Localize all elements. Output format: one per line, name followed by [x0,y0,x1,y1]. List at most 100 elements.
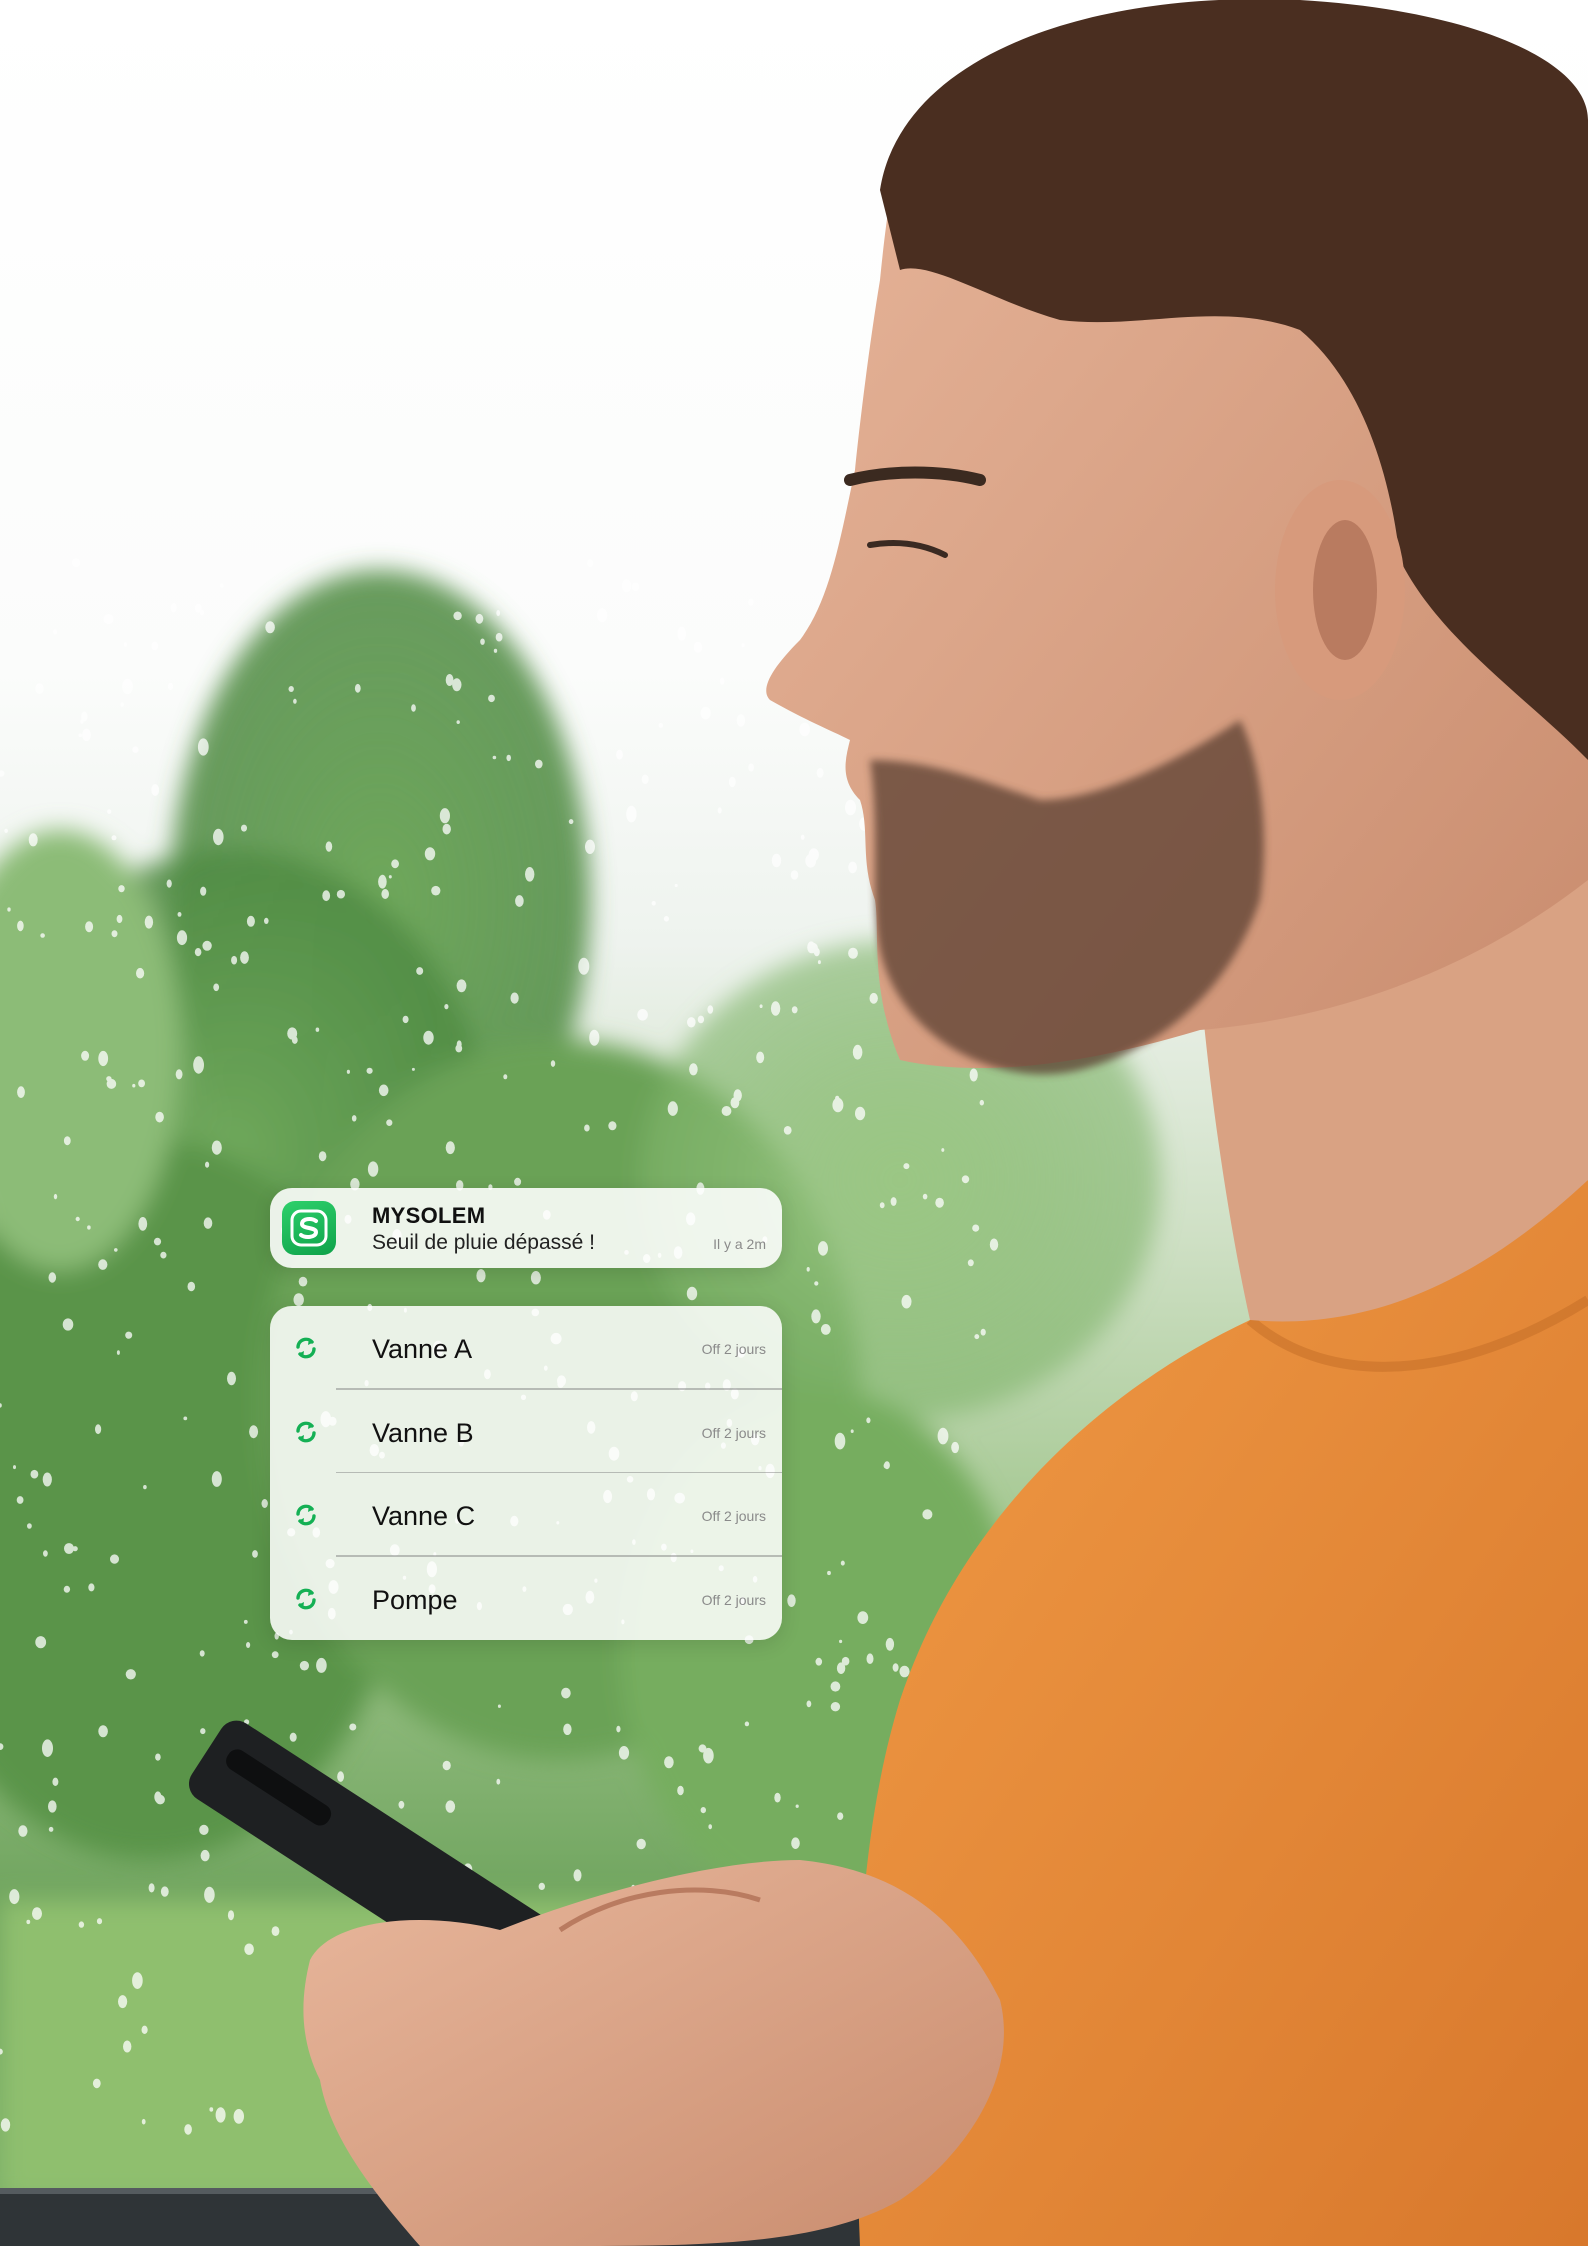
raindrop [820,1324,831,1335]
device-row-vanne-b[interactable]: Vanne B Off 2 jours [270,1390,782,1473]
raindrop [663,916,670,922]
raindrop [252,1550,258,1558]
raindrop [658,723,663,728]
raindrop [199,1824,209,1835]
raindrop [530,1271,541,1285]
raindrop [199,609,204,616]
raindrop [349,1723,357,1731]
notification-banner[interactable]: MYSOLEM Seuil de pluie dépassé ! Il y a … [270,1188,782,1268]
notification-app-name: MYSOLEM [372,1203,486,1228]
raindrop [381,889,390,899]
raindrop [249,1425,259,1439]
raindrop [637,1009,648,1021]
raindrop [16,1496,24,1504]
raindrop [40,933,45,938]
notification-time: Il y a 2m [713,1236,766,1252]
raindrop [935,1197,944,1208]
raindrop [857,1611,869,1624]
raindrop [503,1074,508,1080]
raindrop [621,579,632,593]
mysolem-app-icon[interactable] [282,1201,336,1255]
raindrop [830,1681,841,1692]
raindrop [64,1543,74,1554]
raindrop [697,1015,705,1024]
raindrop [53,1193,58,1200]
raindrop [199,1650,205,1657]
raindrop [155,1794,165,1805]
raindrop [805,854,817,868]
raindrop [346,1069,350,1074]
device-status: Off 2 jours [701,1591,766,1608]
raindrop [510,992,519,1004]
raindrop [733,1089,742,1102]
device-name: Pompe [372,1584,458,1615]
raindrop [18,1825,28,1837]
raindrop [213,983,220,992]
raindrop [243,1619,248,1624]
raindrop [233,2109,244,2124]
raindrop [736,714,746,727]
raindrop [209,2107,214,2112]
raindrop [337,1771,344,1782]
sync-icon [296,1337,316,1359]
raindrop [96,1918,103,1925]
raindrop [832,1097,844,1113]
raindrop [563,1723,572,1736]
raindrop [444,1004,449,1010]
raindrop [456,720,460,724]
raindrop [155,1111,164,1123]
device-row-vanne-a[interactable]: Vanne A Off 2 jours [270,1306,782,1390]
device-row-vanne-c[interactable]: Vanne C Off 2 jours [270,1473,782,1557]
raindrop [81,711,88,722]
raindrop [744,1721,750,1727]
raindrop [92,2078,101,2089]
raindrop [667,1101,678,1116]
raindrop [48,1800,57,1813]
raindrop [75,1216,80,1222]
raindrop [806,1267,810,1272]
raindrop [475,613,484,624]
raindrop [0,2118,11,2132]
raindrop [17,920,24,932]
raindrop [132,746,139,753]
raindrop [203,1217,213,1229]
raindrop [791,1006,798,1014]
raindrop [573,1869,582,1882]
raindrop [17,1086,25,1098]
raindrop [354,683,361,693]
raindrop [922,1509,933,1520]
raindrop [827,1570,831,1576]
raindrop [88,1583,95,1592]
raindrop [287,1027,298,1040]
raindrop [899,1665,910,1678]
raindrop [30,1469,39,1479]
raindrop [496,1778,501,1785]
raindrop [442,823,451,835]
s-logo-icon [290,1209,328,1247]
raindrop [289,1732,297,1742]
raindrop [322,890,331,902]
raindrop [903,1163,910,1170]
raindrop [708,1824,712,1830]
raindrop [293,698,297,704]
device-status: Off 2 jours [701,1508,766,1524]
raindrop [677,1785,684,1796]
raindrop [700,1807,706,1814]
raindrop [839,1639,843,1644]
scene-illustration [0,0,1588,2246]
raindrop [316,1657,327,1673]
raindrop [741,643,745,648]
raindrop [951,1441,959,1454]
raindrop [496,610,501,616]
raindrop [848,861,857,874]
raindrop [700,706,711,720]
raindrop [453,611,462,621]
raindrop [561,1687,571,1699]
raindrop [866,1417,871,1424]
raindrop [141,2118,146,2125]
raindrop [837,1812,844,1820]
raindrop [774,1792,781,1803]
raindrop [204,1886,215,1903]
raindrop [748,763,754,772]
device-row-pompe[interactable]: Pompe Off 2 jours [270,1557,782,1641]
